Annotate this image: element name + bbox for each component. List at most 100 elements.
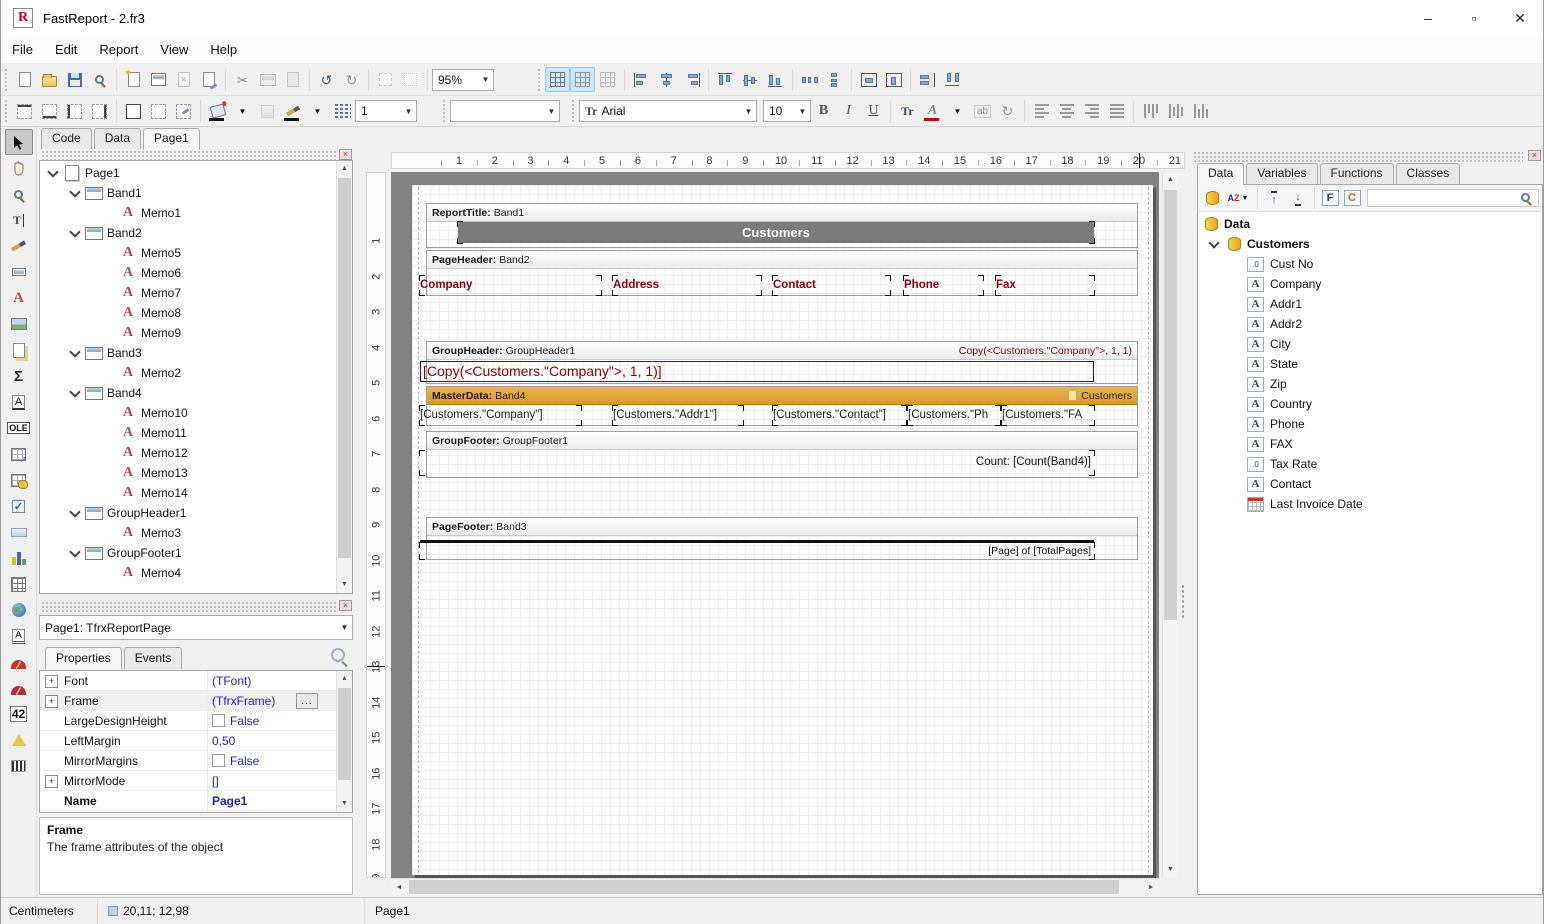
dial-gauge-tool[interactable] — [5, 649, 33, 675]
highlight-button[interactable]: ab — [970, 99, 995, 124]
picture-object-tool[interactable] — [5, 311, 33, 337]
font-settings-button[interactable]: Tr — [895, 99, 920, 124]
checkbox-object-tool[interactable]: ✓ — [5, 493, 33, 519]
data-panel-tab[interactable]: Variables — [1246, 163, 1317, 184]
property-row[interactable]: LeftMargin 0,50 — [40, 731, 336, 751]
show-grid-button[interactable] — [545, 67, 570, 92]
text-object-tool[interactable]: A — [5, 285, 33, 311]
report-tree-node[interactable]: Page1 — [40, 163, 336, 183]
memo-phone-field[interactable]: [Customers."Ph — [908, 406, 1000, 425]
report-tree-node[interactable]: Memo12 — [40, 443, 336, 463]
delete-page-button[interactable] — [171, 67, 196, 92]
new-report-wizard-button[interactable] — [121, 67, 146, 92]
text-valign-top-button[interactable] — [1138, 99, 1163, 124]
design-canvas[interactable]: ReportTitle:Band1 Customers PageHeader:B… — [391, 172, 1159, 878]
report-tree-node[interactable]: Memo4 — [40, 563, 336, 583]
select-tool[interactable] — [5, 129, 33, 155]
memo-page-number[interactable]: [Page] of [TotalPages] — [420, 540, 1094, 559]
scroll-thumb[interactable] — [338, 688, 351, 780]
chevron-down-icon[interactable] — [68, 346, 82, 360]
text-align-justify-button[interactable] — [1104, 99, 1129, 124]
memo-group-expression[interactable]: [Copy(<Customers."Company">, 1, 1)] — [420, 361, 1094, 382]
chevron-down-icon[interactable] — [68, 546, 82, 560]
rotate-text-button[interactable]: ↻ — [995, 99, 1020, 124]
report-tree-scrollbar[interactable]: ▲ ▼ — [336, 161, 352, 593]
chevron-down-icon[interactable] — [68, 186, 82, 200]
align-lefts-button[interactable] — [629, 67, 654, 92]
frame-editor-button[interactable] — [171, 99, 196, 124]
line-color-button[interactable] — [280, 99, 305, 124]
scroll-up-arrow[interactable]: ▲ — [337, 161, 352, 177]
maximize-button[interactable]: ▫ — [1451, 0, 1497, 36]
show-classes-button[interactable]: C — [1341, 187, 1363, 209]
property-row[interactable]: MirrorMode [] — [40, 771, 336, 791]
text-valign-bottom-button[interactable] — [1188, 99, 1213, 124]
field-node[interactable]: Addr1 — [1199, 294, 1541, 314]
space-vertically-button[interactable] — [822, 67, 847, 92]
system-text-tool[interactable]: Σ — [5, 363, 33, 389]
menu-item[interactable]: File — [1, 38, 44, 61]
menu-item[interactable]: Help — [199, 38, 248, 61]
frame-right-button[interactable] — [87, 99, 112, 124]
chevron-down-icon[interactable] — [68, 506, 82, 520]
line-style-button[interactable] — [330, 99, 355, 124]
font-name-select[interactable]: Tr Arial▼ — [579, 100, 757, 122]
property-value[interactable]: False — [208, 751, 336, 770]
zoom-select[interactable]: 95%▼ — [432, 69, 494, 91]
align-tops-button[interactable] — [713, 67, 738, 92]
memo-customers-title[interactable]: Customers — [458, 222, 1094, 243]
memo-fax-header[interactable]: Fax — [996, 276, 1094, 295]
frame-left-button[interactable] — [62, 99, 87, 124]
scroll-down-arrow[interactable]: ▼ — [1163, 862, 1178, 878]
shape-object-tool[interactable] — [5, 519, 33, 545]
memo-contact-header[interactable]: Contact — [773, 276, 890, 295]
collapse-all-button[interactable]: ↑ — [1262, 187, 1286, 209]
style-toolbar-grip[interactable] — [442, 99, 447, 123]
chevron-down-icon[interactable] — [68, 386, 82, 400]
line-color-dropdown[interactable]: ▼ — [305, 99, 330, 124]
data-panel-tab[interactable]: Functions — [1320, 163, 1394, 184]
align-toolbar-grip[interactable] — [537, 68, 542, 92]
barcode-object-tool[interactable] — [5, 753, 33, 779]
new-page-button[interactable] — [146, 67, 171, 92]
object-selector[interactable]: Page1: TfrxReportPage▼ — [39, 615, 353, 640]
db-crosstab-object-tool[interactable] — [5, 467, 33, 493]
report-tree-node[interactable]: Memo8 — [40, 303, 336, 323]
frame-bottom-button[interactable] — [37, 99, 62, 124]
report-tree-node[interactable]: Memo6 — [40, 263, 336, 283]
sort-button[interactable]: AZ▼ — [1223, 187, 1253, 209]
data-panel-dock-icon[interactable]: × — [1528, 150, 1541, 161]
data-search-input[interactable] — [1367, 189, 1539, 207]
scroll-right-arrow[interactable]: ► — [1143, 879, 1159, 896]
expand-all-button[interactable]: ↓ — [1286, 187, 1310, 209]
design-horizontal-scrollbar[interactable]: ◄ ► — [391, 878, 1159, 895]
report-tree-node[interactable]: Memo11 — [40, 423, 336, 443]
field-node[interactable]: Country — [1199, 394, 1541, 414]
memo-company-header[interactable]: Company — [420, 276, 601, 295]
font-size-select[interactable]: 10▼ — [763, 100, 811, 122]
report-tree-node[interactable]: Memo14 — [40, 483, 336, 503]
memo-fax-field[interactable]: [Customers."FA — [1002, 406, 1094, 425]
inspector-grip[interactable] — [41, 601, 337, 612]
data-root-node[interactable]: Data — [1199, 214, 1541, 234]
text-align-center-button[interactable] — [1054, 99, 1079, 124]
scroll-up-arrow[interactable]: ▲ — [1163, 172, 1178, 188]
font-color-button[interactable]: A — [920, 99, 945, 124]
frame-toolbar-grip[interactable] — [4, 99, 9, 123]
property-value[interactable]: Page1 — [208, 791, 336, 810]
property-value[interactable]: [] — [208, 771, 336, 790]
property-value[interactable]: (TFont) — [208, 671, 336, 690]
report-tree-node[interactable]: GroupHeader1 — [40, 503, 336, 523]
field-node[interactable]: Last Invoice Date — [1199, 494, 1541, 514]
undo-button[interactable]: ↺ — [314, 67, 339, 92]
chevron-down-icon[interactable] — [68, 226, 82, 240]
preview-button[interactable] — [87, 67, 112, 92]
center-horizontally-button[interactable] — [856, 67, 881, 92]
report-tree-node[interactable]: Memo9 — [40, 323, 336, 343]
menu-item[interactable]: Edit — [44, 38, 88, 61]
property-row[interactable]: Font (TFont) — [40, 671, 336, 691]
text-align-right-button[interactable] — [1079, 99, 1104, 124]
close-button[interactable]: ✕ — [1497, 0, 1543, 36]
field-node[interactable]: Cust No — [1199, 254, 1541, 274]
field-node[interactable]: State — [1199, 354, 1541, 374]
